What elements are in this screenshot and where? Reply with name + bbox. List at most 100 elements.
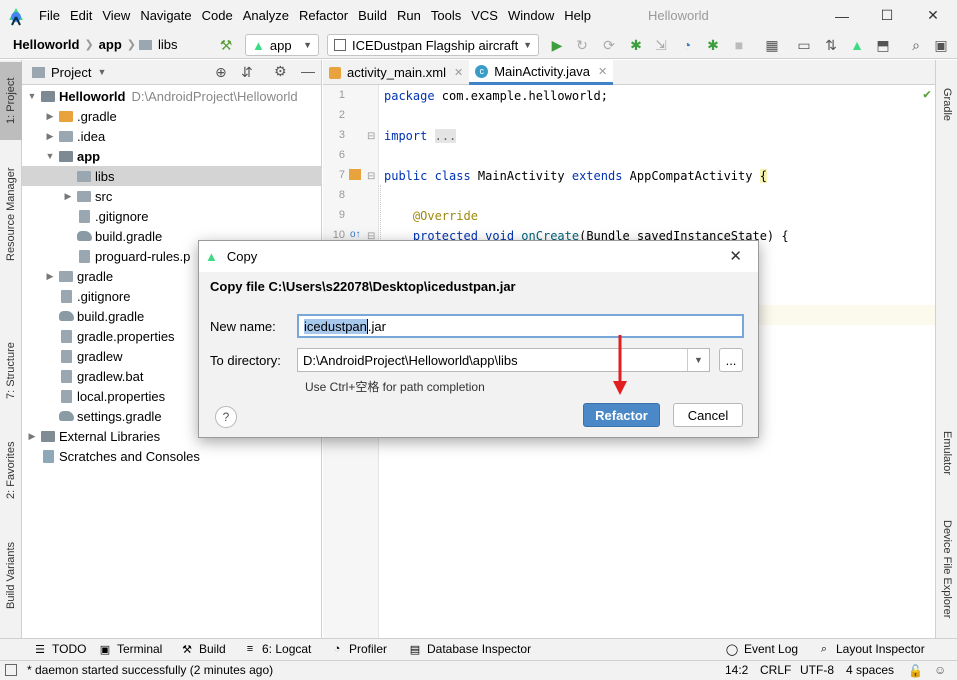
tab-resource-manager[interactable]: Resource Manager xyxy=(0,154,22,274)
tree-item[interactable]: libs xyxy=(22,166,322,186)
close-window-button[interactable]: ✕ xyxy=(910,0,956,31)
tab-gradle[interactable]: Gradle xyxy=(936,70,957,140)
menu-file[interactable]: File xyxy=(34,0,65,31)
profile-icon[interactable]: ◔ xyxy=(678,36,696,54)
line-separator[interactable]: CRLF xyxy=(760,663,791,677)
to-directory-field[interactable]: D:\AndroidProject\Helloworld\app\libs ▼ xyxy=(297,348,710,372)
breadcrumb-project[interactable]: Helloworld xyxy=(11,37,81,52)
tree-item[interactable]: .gitignore xyxy=(22,206,322,226)
locate-icon[interactable]: ⊕ xyxy=(215,64,227,81)
debug-icon[interactable]: ✱ xyxy=(627,36,645,54)
browse-button[interactable]: ... xyxy=(719,348,743,372)
terminal-tool[interactable]: ▣ Terminal xyxy=(98,642,163,656)
stop-icon[interactable]: ■ xyxy=(730,36,748,54)
maximize-button[interactable]: ☐ xyxy=(864,0,910,31)
refactor-button[interactable]: Refactor xyxy=(583,403,660,427)
expanded-arrow-icon[interactable]: ▼ xyxy=(26,91,38,101)
avd-manager-icon[interactable]: ▲ xyxy=(848,36,866,54)
tab-emulator[interactable]: Emulator xyxy=(936,418,957,488)
apply-changes-icon[interactable]: ⟳ xyxy=(600,36,618,54)
device-selector[interactable]: ICEDustpan Flagship aircraft ▼ xyxy=(327,34,539,56)
menu-refactor[interactable]: Refactor xyxy=(294,0,353,31)
minimize-button[interactable]: — xyxy=(819,0,865,31)
editor-tab-main-activity[interactable]: c MainActivity.java ✕ xyxy=(469,60,614,85)
tab-project[interactable]: 1: Project xyxy=(0,62,22,140)
collapsed-arrow-icon[interactable]: ▶ xyxy=(44,111,56,122)
menu-code[interactable]: Code xyxy=(197,0,238,31)
hammer-icon[interactable]: ⚒ xyxy=(217,36,235,54)
logcat-tool[interactable]: ≡ 6: Logcat xyxy=(243,642,312,656)
build-tool[interactable]: ⚒ Build xyxy=(180,642,226,656)
collapsed-arrow-icon[interactable]: ▶ xyxy=(44,271,56,282)
gear-icon[interactable]: ⚙ xyxy=(274,63,287,80)
attach-debugger-icon[interactable]: ⇲ xyxy=(652,36,670,54)
breadcrumb-folder[interactable]: libs xyxy=(156,37,180,52)
tab-structure[interactable]: 7: Structure xyxy=(0,332,22,410)
status-message[interactable]: * daemon started successfully (2 minutes… xyxy=(27,663,273,677)
inspector-icon[interactable]: ☺ xyxy=(934,663,946,677)
sdk-manager-icon[interactable]: ⬒ xyxy=(874,36,892,54)
tab-favorites[interactable]: 2: Favorites xyxy=(0,430,22,510)
project-structure-icon[interactable]: ▦ xyxy=(763,36,781,54)
tab-build-variants[interactable]: Build Variants xyxy=(0,530,22,620)
help-button[interactable]: ? xyxy=(215,406,237,428)
run-icon[interactable]: ▶ xyxy=(548,36,566,54)
lock-icon[interactable]: 🔓 xyxy=(908,664,923,678)
menu-window[interactable]: Window xyxy=(503,0,559,31)
file-encoding[interactable]: UTF-8 xyxy=(800,663,834,677)
menu-vcs[interactable]: VCS xyxy=(466,0,503,31)
expanded-arrow-icon[interactable]: ▼ xyxy=(44,151,56,161)
fold-icon[interactable]: ⊟ xyxy=(367,171,375,182)
breadcrumb-module[interactable]: app xyxy=(97,37,124,52)
project-view-title[interactable]: Project xyxy=(51,65,91,80)
debug-attach-icon[interactable]: ✱ xyxy=(704,36,722,54)
search-icon[interactable]: ⌕ xyxy=(907,36,925,54)
close-tab-icon[interactable]: ✕ xyxy=(598,65,607,78)
rerun-icon[interactable]: ↻ xyxy=(573,36,591,54)
tree-item[interactable]: Scratches and Consoles xyxy=(22,446,322,466)
todo-tool[interactable]: ☰ TODO xyxy=(33,642,86,656)
override-marker-icon[interactable]: o↑ xyxy=(350,229,361,240)
collapsed-arrow-icon[interactable]: ▶ xyxy=(44,131,56,142)
layout-link-icon[interactable] xyxy=(349,169,361,180)
profiler-tool[interactable]: ◔ Profiler xyxy=(330,642,387,656)
chevron-down-icon[interactable]: ▼ xyxy=(687,349,709,371)
collapsed-arrow-icon[interactable]: ▶ xyxy=(26,431,38,442)
collapsed-arrow-icon[interactable]: ▶ xyxy=(62,191,74,202)
tab-device-file-explorer[interactable]: Device File Explorer xyxy=(936,504,957,634)
tree-item[interactable]: ▶ src xyxy=(22,186,322,206)
menu-tools[interactable]: Tools xyxy=(426,0,466,31)
editor-tab-activity-main[interactable]: activity_main.xml ✕ xyxy=(323,60,469,85)
settings-icon[interactable]: ▣ xyxy=(932,36,950,54)
panel-toggle-icon[interactable] xyxy=(5,664,17,676)
database-inspector-tool[interactable]: ▤ Database Inspector xyxy=(408,642,531,656)
close-icon[interactable]: ✕ xyxy=(729,247,742,265)
tree-item[interactable]: ▶ .idea xyxy=(22,126,322,146)
tree-item[interactable]: ▶ .gradle xyxy=(22,106,322,126)
tree-icon-shape xyxy=(60,289,72,303)
new-name-field[interactable]: icedustpan .jar xyxy=(297,314,744,338)
menu-help[interactable]: Help xyxy=(559,0,596,31)
event-log-tool[interactable]: ◯ Event Log xyxy=(725,642,798,656)
hide-icon[interactable]: — xyxy=(301,63,315,79)
menu-edit[interactable]: Edit xyxy=(65,0,97,31)
caret-position[interactable]: 14:2 xyxy=(725,663,748,677)
menu-run[interactable]: Run xyxy=(392,0,426,31)
chevron-down-icon[interactable]: ▼ xyxy=(97,67,106,77)
fold-icon[interactable]: ⊟ xyxy=(367,131,375,142)
cancel-button[interactable]: Cancel xyxy=(673,403,743,427)
indent-setting[interactable]: 4 spaces xyxy=(846,663,894,677)
module-selector[interactable]: ▲ app ▼ xyxy=(245,34,319,56)
layout-inspector-tool[interactable]: ⌕ Layout Inspector xyxy=(817,642,925,656)
device-manager-icon[interactable]: ▭ xyxy=(795,36,813,54)
menu-navigate[interactable]: Navigate xyxy=(135,0,196,31)
tree-item[interactable]: ▼ app xyxy=(22,146,322,166)
tree-item[interactable]: ▼ Helloworld D:\AndroidProject\Helloworld xyxy=(22,86,322,106)
line-number: 2 xyxy=(338,109,345,121)
close-tab-icon[interactable]: ✕ xyxy=(454,66,463,79)
menu-view[interactable]: View xyxy=(97,0,135,31)
menu-analyze[interactable]: Analyze xyxy=(238,0,294,31)
sync-gradle-icon[interactable]: ⇅ xyxy=(822,36,840,54)
collapse-all-icon[interactable]: ⇵ xyxy=(241,64,253,81)
menu-build[interactable]: Build xyxy=(353,0,392,31)
